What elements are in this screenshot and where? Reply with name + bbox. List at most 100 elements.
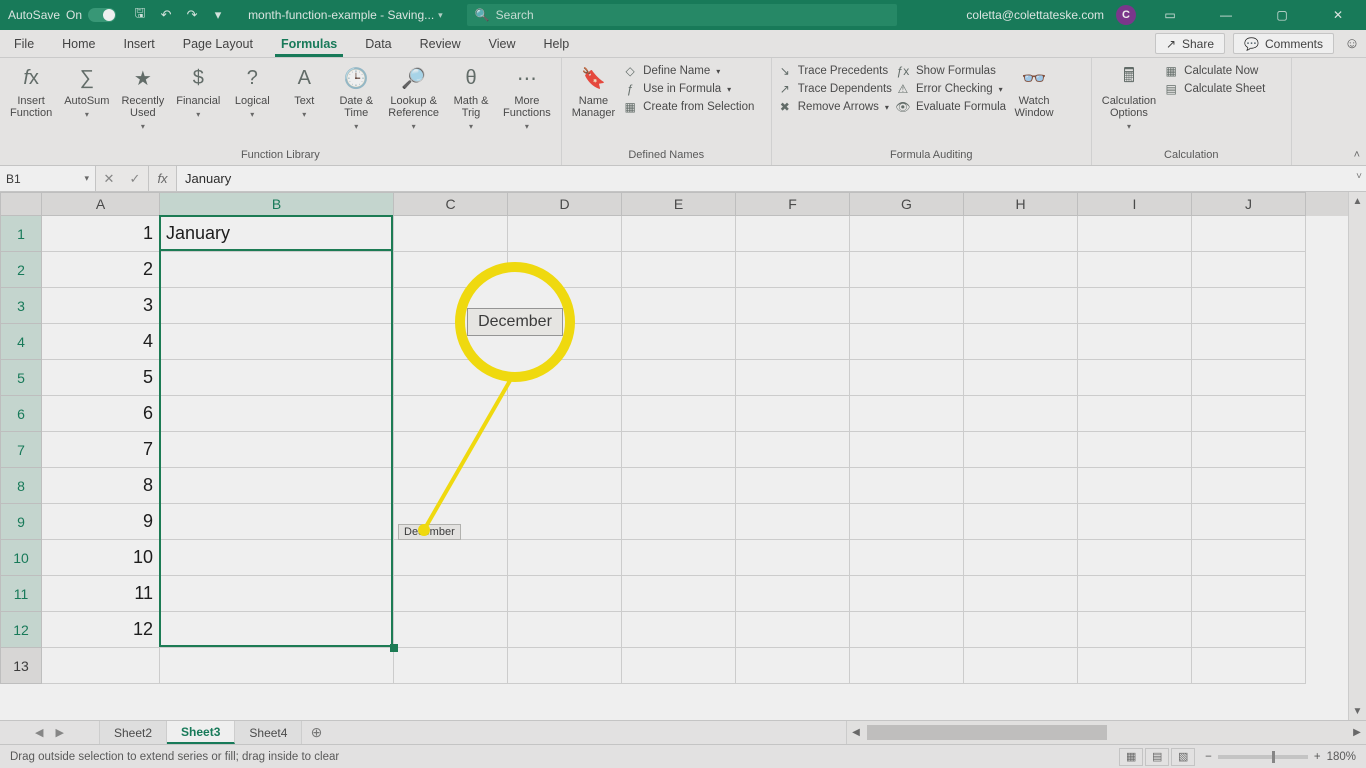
name-box[interactable]: B1▾ [0,166,96,191]
cell-H3[interactable] [964,288,1078,324]
cell-B10[interactable] [160,540,394,576]
row-header-3[interactable]: 3 [0,288,42,324]
tab-help[interactable]: Help [530,30,584,57]
remove-arrows-button[interactable]: ✖Remove Arrows▾ [778,100,892,114]
cell-I2[interactable] [1078,252,1192,288]
cell-J9[interactable] [1192,504,1306,540]
qat-dropdown-icon[interactable]: ▾ [210,7,226,23]
row-header-1[interactable]: 1 [0,216,42,252]
scroll-down-icon[interactable]: ▼ [1349,702,1366,720]
cell-D1[interactable] [508,216,622,252]
cell-J1[interactable] [1192,216,1306,252]
tab-formulas[interactable]: Formulas [267,30,351,57]
cell-C13[interactable] [394,648,508,684]
calculate-now-button[interactable]: ▦Calculate Now [1164,64,1265,78]
cell-I5[interactable] [1078,360,1192,396]
ribbon-display-icon[interactable]: ▭ [1148,0,1192,30]
cell-I11[interactable] [1078,576,1192,612]
cell-C1[interactable] [394,216,508,252]
cell-B1[interactable]: January [160,216,394,252]
cell-D7[interactable] [508,432,622,468]
cell-B8[interactable] [160,468,394,504]
page-layout-view-icon[interactable]: ▤ [1145,748,1169,766]
cell-A8[interactable]: 8 [42,468,160,504]
cell-C12[interactable] [394,612,508,648]
cell-B5[interactable] [160,360,394,396]
cell-A4[interactable]: 4 [42,324,160,360]
cell-B11[interactable] [160,576,394,612]
tab-page-layout[interactable]: Page Layout [169,30,267,57]
zoom-in-icon[interactable]: + [1314,751,1321,763]
cell-F4[interactable] [736,324,850,360]
error-checking-button[interactable]: ⚠Error Checking▾ [896,82,1006,96]
calc-options-button[interactable]: 🖩Calculation Options▾ [1098,60,1160,131]
cell-E11[interactable] [622,576,736,612]
cell-E4[interactable] [622,324,736,360]
cell-C7[interactable] [394,432,508,468]
cell-H8[interactable] [964,468,1078,504]
cell-J10[interactable] [1192,540,1306,576]
cell-G10[interactable] [850,540,964,576]
cell-J13[interactable] [1192,648,1306,684]
cell-I8[interactable] [1078,468,1192,504]
cell-B7[interactable] [160,432,394,468]
cell-I4[interactable] [1078,324,1192,360]
cell-G6[interactable] [850,396,964,432]
cell-D9[interactable] [508,504,622,540]
cell-H12[interactable] [964,612,1078,648]
user-email[interactable]: coletta@colettateske.com [966,8,1104,22]
calculate-sheet-button[interactable]: ▤Calculate Sheet [1164,82,1265,96]
show-formulas-button[interactable]: ƒxShow Formulas [896,64,1006,78]
cell-E6[interactable] [622,396,736,432]
row-header-2[interactable]: 2 [0,252,42,288]
minimize-icon[interactable]: — [1204,0,1248,30]
cell-E8[interactable] [622,468,736,504]
column-header-b[interactable]: B [160,192,394,216]
add-sheet-button[interactable]: ⊕ [302,721,330,744]
sheet-nav-right-icon[interactable]: ▶ [56,726,64,739]
cell-I13[interactable] [1078,648,1192,684]
cell-B6[interactable] [160,396,394,432]
horizontal-scrollbar[interactable]: ◀ ▶ [846,721,1366,744]
cell-F8[interactable] [736,468,850,504]
autosum-button[interactable]: ∑AutoSum▾ [60,60,113,119]
tab-file[interactable]: File [0,30,48,57]
cell-G9[interactable] [850,504,964,540]
cell-F7[interactable] [736,432,850,468]
cell-F1[interactable] [736,216,850,252]
zoom-control[interactable]: − + 180% [1205,751,1366,763]
cell-G13[interactable] [850,648,964,684]
sheet-tab-sheet4[interactable]: Sheet4 [235,721,302,744]
cell-A7[interactable]: 7 [42,432,160,468]
cell-A3[interactable]: 3 [42,288,160,324]
sheet-nav[interactable]: ◀▶ [0,721,100,744]
define-name-button[interactable]: ◇Define Name▾ [623,64,754,78]
cell-G5[interactable] [850,360,964,396]
cell-A13[interactable] [42,648,160,684]
cell-A9[interactable]: 9 [42,504,160,540]
expand-formula-bar-icon[interactable]: ˅ [1356,171,1362,182]
cell-G4[interactable] [850,324,964,360]
tab-view[interactable]: View [475,30,530,57]
cell-G1[interactable] [850,216,964,252]
cell-H7[interactable] [964,432,1078,468]
sheet-tab-sheet2[interactable]: Sheet2 [100,721,167,744]
save-icon[interactable]: 🖫 [132,7,148,23]
column-header-j[interactable]: J [1192,192,1306,216]
select-all-corner[interactable] [0,192,42,216]
spreadsheet-grid[interactable]: ABCDEFGHIJ 12345678910111213 1January234… [0,192,1348,720]
cell-A11[interactable]: 11 [42,576,160,612]
financial-button[interactable]: $Financial▾ [172,60,224,119]
cell-H11[interactable] [964,576,1078,612]
cell-D6[interactable] [508,396,622,432]
column-header-e[interactable]: E [622,192,736,216]
cell-F2[interactable] [736,252,850,288]
row-header-7[interactable]: 7 [0,432,42,468]
cell-E13[interactable] [622,648,736,684]
cell-A10[interactable]: 10 [42,540,160,576]
scroll-left-icon[interactable]: ◀ [847,721,865,744]
column-header-d[interactable]: D [508,192,622,216]
cell-F9[interactable] [736,504,850,540]
user-avatar[interactable]: C [1116,5,1136,25]
row-header-8[interactable]: 8 [0,468,42,504]
